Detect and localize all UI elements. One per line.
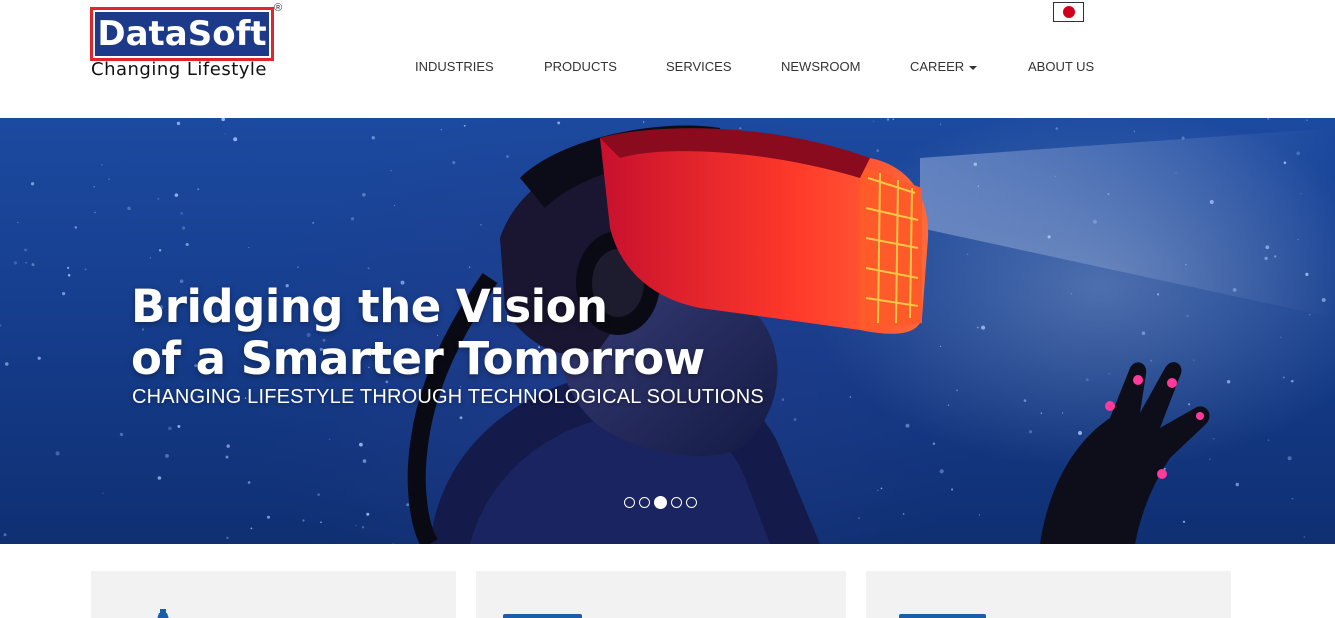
slider-dot-2[interactable] (639, 496, 650, 508)
flag-circle (1062, 6, 1075, 18)
nav-services[interactable]: SERVICES (666, 59, 732, 74)
nav-newsroom[interactable]: NEWSROOM (781, 59, 860, 74)
logo-wordmark: DataSoft (97, 14, 267, 54)
nav-career[interactable]: CAREER (910, 59, 978, 74)
slider-pagination (624, 495, 697, 509)
feature-card-1[interactable] (91, 571, 456, 618)
caret-down-icon (969, 65, 978, 70)
datasoft-logo[interactable]: DataSoft ® Changing Lifestyle (90, 2, 285, 82)
feature-card-2[interactable] (476, 571, 846, 618)
slider-dot-4[interactable] (671, 496, 682, 508)
hero-subtitle: CHANGING LIFESTYLE THROUGH TECHNOLOGICAL… (132, 386, 764, 408)
bar-icon (503, 614, 582, 618)
registered-mark: ® (274, 2, 283, 14)
nav-industries[interactable]: INDUSTRIES (415, 59, 494, 74)
hero-title: Bridging the Vision of a Smarter Tomorro… (131, 281, 705, 385)
hero-title-line-2: of a Smarter Tomorrow (131, 332, 705, 385)
site-header: DataSoft ® Changing Lifestyle INDUSTRIES… (0, 0, 1335, 118)
slider-dot-5[interactable] (686, 496, 697, 508)
slider-dot-3[interactable] (654, 495, 667, 509)
hero-slider: Bridging the Vision of a Smarter Tomorro… (0, 118, 1335, 544)
hero-title-line-1: Bridging the Vision (131, 280, 608, 333)
nav-products[interactable]: PRODUCTS (544, 59, 617, 74)
bar-icon (899, 614, 986, 618)
nav-about-us[interactable]: ABOUT US (1028, 59, 1094, 74)
gear-icon (157, 609, 169, 618)
japan-flag-icon[interactable] (1053, 2, 1084, 22)
logo-inner: DataSoft (95, 12, 269, 56)
logo-frame: DataSoft (90, 7, 274, 61)
feature-card-3[interactable] (866, 571, 1231, 618)
logo-tagline: Changing Lifestyle (91, 59, 268, 80)
nav-career-label: CAREER (910, 59, 965, 74)
feature-cards (0, 544, 1335, 618)
slider-dot-1[interactable] (624, 496, 635, 508)
